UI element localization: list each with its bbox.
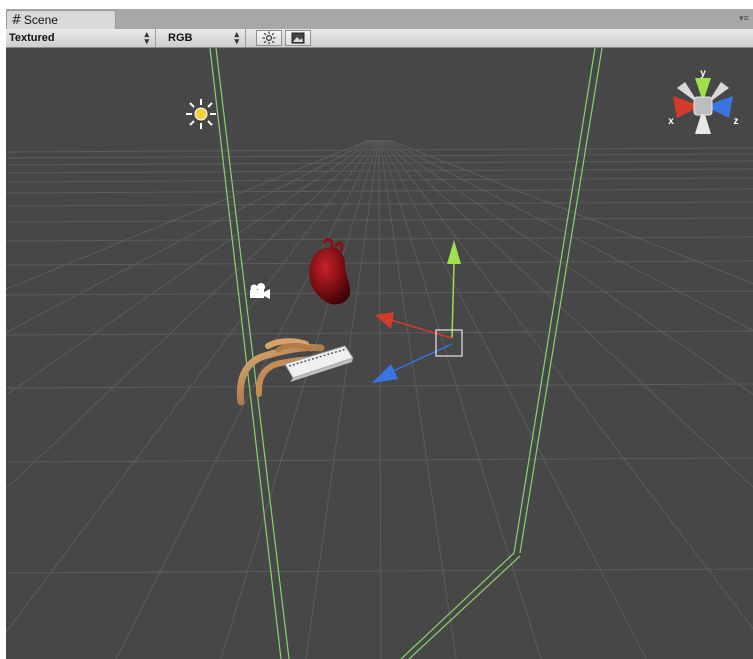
scene-lighting-toggle[interactable] [256,30,282,46]
sun-icon [262,31,276,45]
sky-region [6,48,753,140]
tab-bar: # Scene ▾≡ [6,9,753,30]
directional-light-icon[interactable] [186,99,216,129]
tab-scene[interactable]: # Scene [6,10,116,29]
scene-image-toggle[interactable] [285,30,311,46]
orientation-center-cube[interactable] [693,96,713,116]
color-mode-value: RGB [168,32,193,44]
scene-grid-icon: # [11,12,22,28]
color-mode-dropdown[interactable]: RGB ▴ ▾ [156,29,246,47]
dropdown-arrows-icon: ▴ ▾ [234,29,239,46]
scene-viewport[interactable]: y x z [6,48,753,659]
render-mode-value: Textured [9,32,55,44]
panel-menu-icon[interactable]: ▾≡ [739,13,751,23]
orientation-y-label: y [700,68,706,79]
scene-toolbar: Textured ▴ ▾ RGB ▴ ▾ [6,29,753,48]
scene-window: # Scene ▾≡ Textured ▴ ▾ RGB ▴ ▾ y x z [6,9,753,659]
orientation-x-label: x [668,116,674,127]
scene-canvas[interactable]: y x z [6,48,753,659]
image-icon [291,32,305,44]
tab-scene-label: Scene [23,13,58,27]
dropdown-arrows-icon: ▴ ▾ [144,29,149,46]
render-mode-dropdown[interactable]: Textured ▴ ▾ [6,29,156,47]
orientation-z-label: z [734,116,739,127]
